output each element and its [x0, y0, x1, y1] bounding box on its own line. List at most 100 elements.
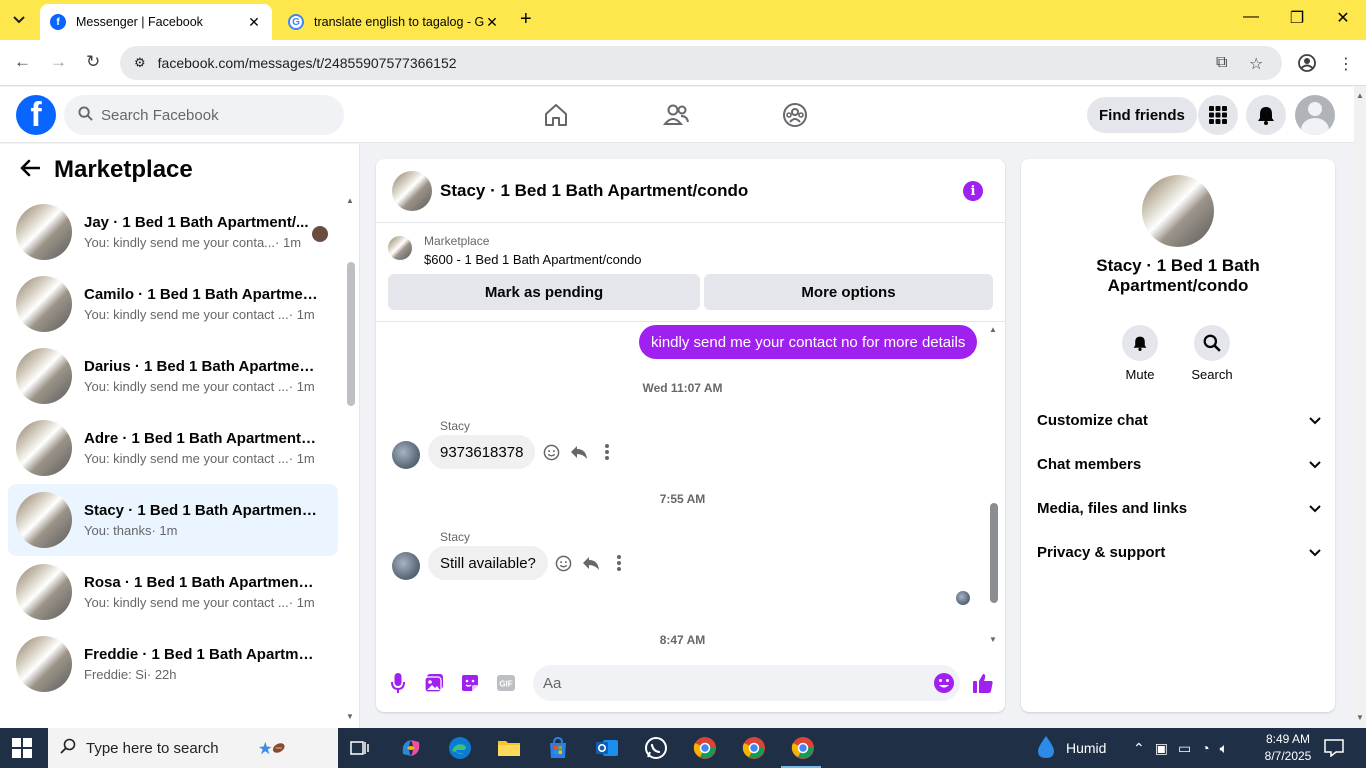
scroll-up-arrow-icon[interactable]: ▲ — [1356, 91, 1364, 100]
chat-scrollbar[interactable]: ▲ ▼ — [987, 323, 999, 653]
scroll-down-arrow-icon[interactable]: ▼ — [989, 635, 997, 644]
file-explorer-icon[interactable] — [495, 734, 523, 762]
close-tab-icon[interactable]: ✕ — [484, 14, 500, 31]
message-input[interactable] — [543, 674, 903, 692]
site-info-icon[interactable]: ⚙ — [134, 55, 146, 71]
whatsapp-icon[interactable] — [642, 734, 670, 762]
scroll-down-arrow-icon[interactable]: ▼ — [1356, 713, 1364, 722]
facebook-search-input[interactable] — [101, 106, 321, 124]
react-emoji-icon[interactable] — [554, 554, 572, 572]
reply-icon[interactable] — [570, 443, 588, 461]
bookmark-star-icon[interactable]: ☆ — [1249, 54, 1263, 74]
sticker-icon[interactable] — [458, 671, 482, 695]
notifications-bell-icon[interactable] — [1246, 95, 1286, 135]
incoming-message[interactable]: Still available? — [428, 546, 548, 580]
friends-icon[interactable] — [661, 101, 691, 129]
groups-icon[interactable] — [780, 101, 810, 129]
customize-chat-section[interactable]: Customize chat — [1037, 406, 1321, 434]
copilot-icon[interactable] — [397, 734, 425, 762]
react-emoji-icon[interactable] — [542, 443, 560, 461]
scrollbar-thumb[interactable] — [347, 262, 355, 406]
find-friends-button[interactable]: Find friends — [1087, 97, 1197, 133]
sidebar-scrollbar[interactable]: ▲ ▼ — [346, 196, 356, 721]
wifi-icon[interactable]: ◔ — [1201, 740, 1209, 756]
account-avatar[interactable] — [1295, 95, 1335, 135]
weather-widget[interactable]: Humid — [1036, 728, 1106, 768]
conversation-item[interactable]: Camilo · 1 Bed 1 Bath Apartment... You: … — [8, 268, 338, 340]
new-tab-icon[interactable]: + — [520, 8, 532, 31]
mute-action[interactable]: Mute — [1110, 325, 1170, 382]
meet-now-icon[interactable]: ▣ — [1155, 740, 1168, 757]
photo-gallery-icon[interactable] — [422, 671, 446, 695]
chevron-up-icon[interactable]: ⌃ — [1133, 740, 1145, 757]
mark-as-pending-button[interactable]: Mark as pending — [388, 274, 700, 310]
facebook-search[interactable] — [64, 95, 344, 135]
browser-menu-icon[interactable]: ⋮ — [1338, 54, 1354, 74]
conversation-item[interactable]: Rosa · 1 Bed 1 Bath Apartment/c... You: … — [8, 556, 338, 628]
address-bar[interactable]: ⚙ facebook.com/messages/t/24855907577366… — [120, 46, 1282, 80]
close-window-icon[interactable]: ✕ — [1320, 8, 1366, 28]
sender-avatar[interactable] — [392, 441, 420, 469]
install-app-icon[interactable]: ⧉ — [1216, 54, 1227, 72]
tab-search-chevron-icon[interactable] — [6, 8, 32, 32]
chat-members-section[interactable]: Chat members — [1037, 450, 1321, 478]
info-icon[interactable]: i — [963, 181, 983, 201]
edge-browser-icon[interactable] — [446, 734, 474, 762]
conversation-item[interactable]: Freddie · 1 Bed 1 Bath Apartmen... Fredd… — [8, 628, 338, 700]
chrome-active-icon[interactable] — [789, 734, 817, 762]
scroll-down-arrow-icon[interactable]: ▼ — [346, 712, 354, 721]
emoji-picker-icon[interactable] — [932, 671, 956, 695]
restore-icon[interactable]: ❐ — [1274, 8, 1320, 28]
chrome-profile-icon[interactable] — [740, 734, 768, 762]
task-view-icon[interactable] — [346, 734, 374, 762]
home-icon[interactable] — [541, 101, 571, 129]
chat-avatar[interactable] — [392, 170, 432, 211]
outlook-icon[interactable] — [593, 734, 621, 762]
page-scrollbar[interactable]: ▲ ▼ — [1354, 87, 1366, 728]
battery-icon[interactable]: ▭ — [1178, 740, 1191, 757]
volume-icon[interactable]: 🔈︎ — [1220, 740, 1228, 757]
forward-icon[interactable]: → — [50, 52, 67, 72]
chrome-profile-icon[interactable] — [691, 734, 719, 762]
gif-icon[interactable]: GIF — [494, 671, 518, 695]
profile-icon[interactable] — [1298, 54, 1316, 77]
reply-icon[interactable] — [582, 554, 600, 572]
back-icon[interactable]: ← — [14, 52, 31, 72]
listing-title[interactable]: $600 - 1 Bed 1 Bath Apartment/condo — [424, 252, 642, 267]
outgoing-message[interactable]: kindly send me your contact no for more … — [639, 325, 978, 359]
microphone-icon[interactable] — [386, 671, 410, 695]
scrollbar-thumb[interactable] — [990, 503, 998, 603]
chat-title[interactable]: Stacy · 1 Bed 1 Bath Apartment/condo — [440, 181, 748, 201]
conversation-item[interactable]: Adre · 1 Bed 1 Bath Apartment/c... You: … — [8, 412, 338, 484]
windows-start-icon[interactable] — [12, 738, 32, 758]
more-options-button[interactable]: More options — [704, 274, 993, 310]
conversation-item[interactable]: Darius · 1 Bed 1 Bath Apartment/... You:… — [8, 340, 338, 412]
incoming-message[interactable]: 9373618378 — [428, 435, 536, 469]
sender-avatar[interactable] — [392, 552, 420, 580]
menu-grid-icon[interactable] — [1198, 95, 1238, 135]
scroll-up-arrow-icon[interactable]: ▲ — [989, 325, 997, 334]
scroll-up-arrow-icon[interactable]: ▲ — [346, 196, 354, 205]
taskbar-clock[interactable]: 8:49 AM 8/7/2025 — [1258, 731, 1318, 765]
conversation-item[interactable]: Jay · 1 Bed 1 Bath Apartment/... You: ki… — [8, 196, 338, 268]
details-avatar[interactable] — [1142, 175, 1214, 247]
back-arrow-icon[interactable] — [20, 157, 41, 183]
microsoft-store-icon[interactable] — [544, 734, 572, 762]
notifications-icon[interactable] — [1320, 734, 1348, 762]
more-dots-icon[interactable] — [598, 443, 616, 461]
listing-thumbnail[interactable] — [388, 236, 412, 260]
browser-tab-messenger[interactable]: f Messenger | Facebook ✕ — [40, 4, 272, 40]
facebook-logo-icon[interactable]: f — [16, 95, 56, 135]
more-dots-icon[interactable] — [610, 554, 628, 572]
taskbar-search[interactable]: Type here to search — [48, 728, 338, 768]
search-highlight-icon[interactable] — [258, 734, 286, 762]
close-tab-icon[interactable]: ✕ — [246, 14, 262, 31]
conversation-item-selected[interactable]: Stacy · 1 Bed 1 Bath Apartment/c... You:… — [8, 484, 338, 556]
thumbs-up-icon[interactable] — [971, 671, 995, 695]
media-files-links-section[interactable]: Media, files and links — [1037, 494, 1321, 522]
reload-icon[interactable]: ↻ — [86, 52, 100, 72]
search-action[interactable]: Search — [1182, 325, 1242, 382]
browser-tab-translate[interactable]: G translate english to tagalog - G ✕ — [278, 4, 510, 40]
minimize-icon[interactable]: — — [1228, 8, 1274, 26]
privacy-support-section[interactable]: Privacy & support — [1037, 538, 1321, 566]
